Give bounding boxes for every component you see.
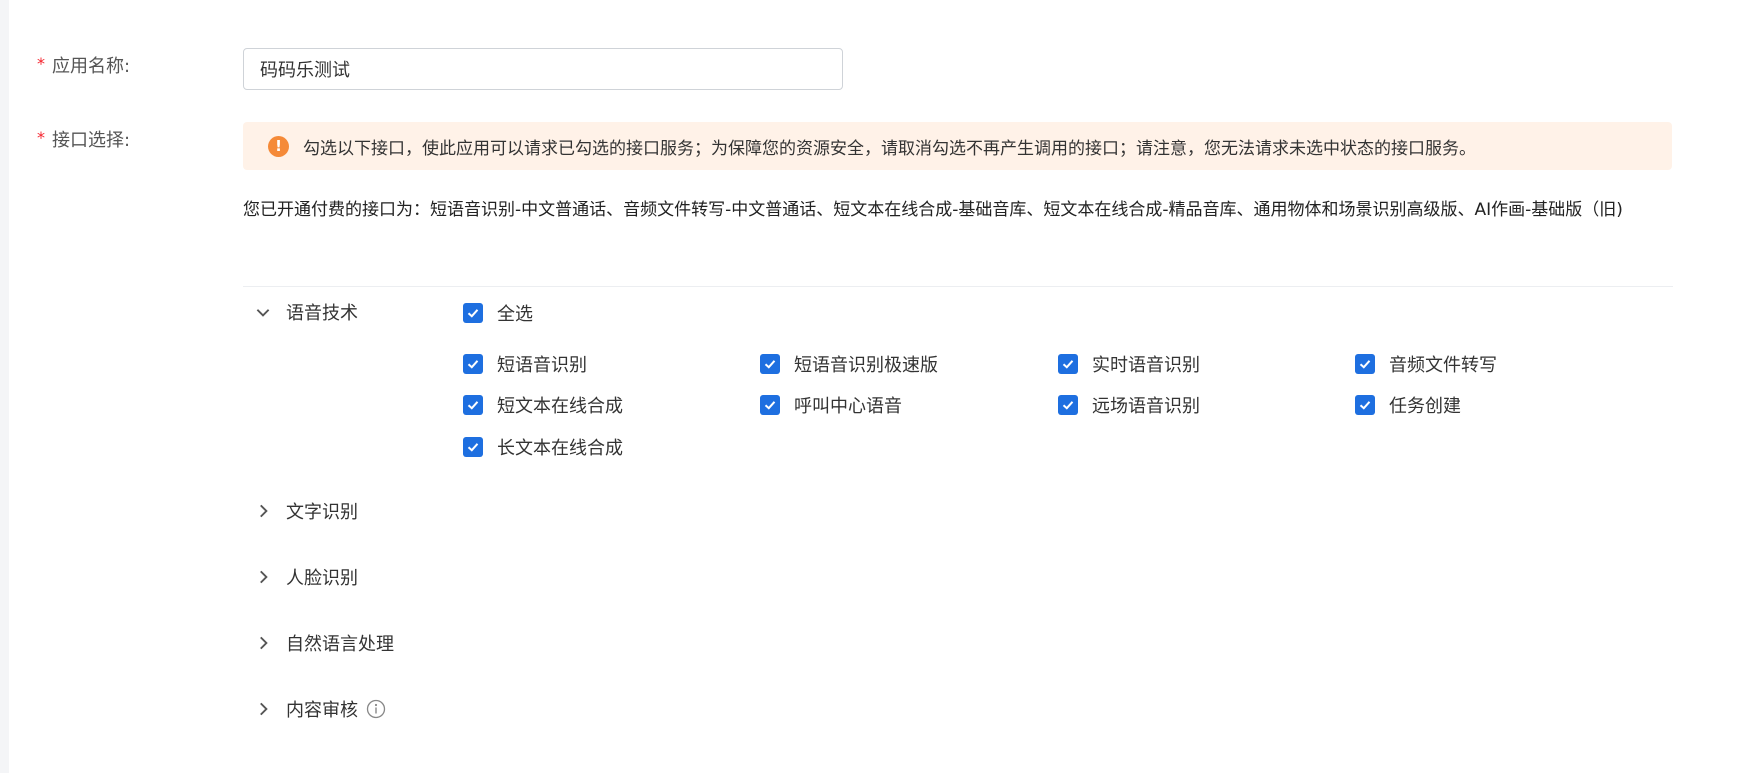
paid-api-notice: 您已开通付费的接口为：短语音识别-中文普通话、音频文件转写-中文普通话、短文本在… [243, 200, 1623, 220]
api-checkbox[interactable]: 呼叫中心语音 [760, 391, 902, 419]
checkmark-icon [1359, 401, 1371, 410]
app-name-label: 应用名称: [52, 56, 131, 77]
chevron-right-icon[interactable] [254, 568, 272, 586]
api-checkbox[interactable]: 远场语音识别 [1058, 391, 1200, 419]
api-select-label: 接口选择: [52, 130, 131, 151]
checkbox-checked[interactable] [463, 395, 483, 415]
divider [243, 286, 1673, 287]
checkmark-icon [467, 443, 479, 452]
checkmark-icon [467, 309, 479, 318]
info-circle-icon[interactable] [366, 699, 386, 719]
section-title-face: 人脸识别 [286, 568, 358, 589]
warning-alert: ! 勾选以下接口，使此应用可以请求已勾选的接口服务；为保障您的资源安全，请取消勾… [243, 122, 1672, 170]
required-mark: * [37, 128, 45, 147]
checkbox-checked[interactable] [760, 354, 780, 374]
required-mark: * [37, 54, 45, 73]
section-title-speech: 语音技术 [286, 303, 358, 324]
section-speech[interactable]: 语音技术 [254, 297, 358, 327]
select-all-label: 全选 [497, 304, 533, 325]
api-checkbox-label: 实时语音识别 [1092, 355, 1200, 376]
section-title-audit: 内容审核 [286, 700, 358, 721]
api-checkbox-label: 短文本在线合成 [497, 396, 623, 417]
checkbox-checked[interactable] [1058, 395, 1078, 415]
section-title-ocr: 文字识别 [286, 502, 358, 523]
checkmark-icon [1062, 401, 1074, 410]
api-checkbox-label: 长文本在线合成 [497, 438, 623, 459]
checkbox-checked[interactable] [1058, 354, 1078, 374]
checkmark-icon [764, 401, 776, 410]
checkmark-icon [1359, 360, 1371, 369]
app-name-input[interactable] [243, 48, 843, 90]
section-audit[interactable]: 内容审核 [254, 694, 386, 724]
api-checkbox-label: 短语音识别 [497, 355, 587, 376]
warning-circle-icon: ! [268, 135, 289, 157]
checkmark-icon [764, 360, 776, 369]
section-face[interactable]: 人脸识别 [254, 562, 358, 592]
api-checkbox-label: 任务创建 [1389, 396, 1461, 417]
api-checkbox-label: 呼叫中心语音 [794, 396, 902, 417]
api-checkbox[interactable]: 任务创建 [1355, 391, 1461, 419]
chevron-right-icon[interactable] [254, 700, 272, 718]
api-checkbox[interactable]: 音频文件转写 [1355, 350, 1497, 378]
section-nlp[interactable]: 自然语言处理 [254, 628, 394, 658]
checkbox-checked[interactable] [760, 395, 780, 415]
checkbox-checked[interactable] [1355, 395, 1375, 415]
api-checkbox-label: 短语音识别极速版 [794, 355, 938, 376]
left-strip [0, 0, 9, 773]
checkmark-icon [467, 401, 479, 410]
chevron-down-icon[interactable] [254, 303, 272, 321]
api-checkbox[interactable]: 短文本在线合成 [463, 391, 623, 419]
section-ocr[interactable]: 文字识别 [254, 496, 358, 526]
api-checkbox[interactable]: 实时语音识别 [1058, 350, 1200, 378]
api-checkbox[interactable]: 短语音识别极速版 [760, 350, 938, 378]
select-all-checkbox[interactable]: 全选 [463, 299, 533, 327]
checkbox-checked[interactable] [463, 354, 483, 374]
api-checkbox[interactable]: 长文本在线合成 [463, 433, 623, 461]
chevron-right-icon[interactable] [254, 502, 272, 520]
chevron-right-icon[interactable] [254, 634, 272, 652]
section-title-nlp: 自然语言处理 [286, 634, 394, 655]
api-checkbox[interactable]: 短语音识别 [463, 350, 587, 378]
checkbox-checked[interactable] [463, 437, 483, 457]
api-checkbox-label: 音频文件转写 [1389, 355, 1497, 376]
api-checkbox-label: 远场语音识别 [1092, 396, 1200, 417]
alert-text: 勾选以下接口，使此应用可以请求已勾选的接口服务；为保障您的资源安全，请取消勾选不… [303, 138, 1476, 159]
checkbox-checked[interactable] [463, 303, 483, 323]
checkmark-icon [1062, 360, 1074, 369]
checkbox-checked[interactable] [1355, 354, 1375, 374]
checkmark-icon [467, 360, 479, 369]
